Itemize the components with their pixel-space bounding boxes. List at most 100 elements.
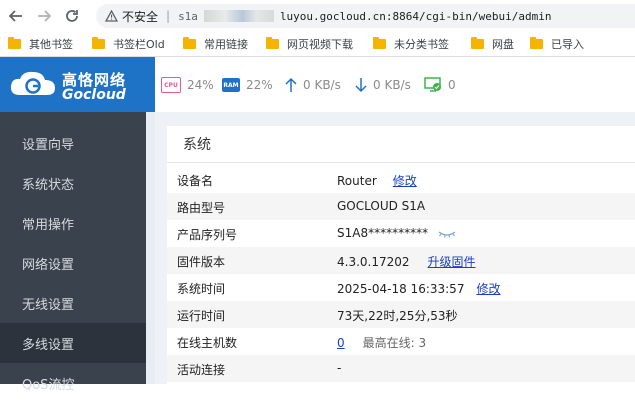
online-monitor[interactable]: 0 <box>424 76 456 94</box>
sidebar-item-label: 网络设置 <box>22 257 75 273</box>
uptime-value: 73天,22时,25分,53秒 <box>337 309 458 323</box>
modify-time-link[interactable]: 修改 <box>476 282 500 296</box>
row-label: 在线主机数 <box>177 336 238 350</box>
sidebar-item-wireless[interactable]: 无线设置 <box>0 283 146 323</box>
table-row: 系统时间 2025-04-18 16:33:57 修改 <box>167 274 635 301</box>
max-online-text: 最高在线: 3 <box>362 336 427 350</box>
sidebar-gap <box>146 112 155 384</box>
table-row: 运行时间 73天,22时,25分,53秒 <box>167 301 635 328</box>
table-row: 路由型号 GOCLOUD S1A <box>167 193 635 220</box>
bookmark-label: 常用链接 <box>204 38 248 51</box>
bookmark-folder[interactable]: 网盘 <box>471 36 514 52</box>
panel-title: 系统 <box>183 137 211 153</box>
sidebar-item-multiline[interactable]: 多线设置 <box>0 323 146 363</box>
gocloud-logo[interactable]: 高恪网络 Gocloud <box>0 57 155 112</box>
ram-value: 22% <box>246 78 273 92</box>
firmware-version-value: 4.3.0.17202 <box>337 255 410 269</box>
cpu-value: 24% <box>187 78 214 92</box>
logo-text-en: Gocloud <box>62 87 126 103</box>
app-header: 高恪网络 Gocloud CPU 24% RAM 22% 0 KB/s 0 KB… <box>0 57 635 112</box>
sidebar-item-qos[interactable]: QoS流控 <box>0 363 146 403</box>
bookmark-folder[interactable]: 未分类书签 <box>373 36 449 52</box>
main-content: 系统 设备名 Router 修改 路由型号 GOCLOUD S1A 产品序列号 S… <box>155 112 635 384</box>
cloud-logo-icon <box>10 71 55 95</box>
sidebar-item-label: QoS流控 <box>22 377 75 393</box>
row-label: 产品序列号 <box>177 228 238 242</box>
warning-icon <box>104 9 118 23</box>
sidebar-item-label: 系统状态 <box>22 177 75 193</box>
row-label: 固件版本 <box>177 255 226 269</box>
modify-device-name-link[interactable]: 修改 <box>393 174 417 188</box>
table-row: 活动连接 - <box>167 355 635 382</box>
table-row: 固件版本 4.3.0.17202 升级固件 <box>167 247 635 274</box>
device-name-value: Router <box>337 174 377 188</box>
row-label: 活动连接 <box>177 363 226 377</box>
bookmarks-bar: 其他书签 书签栏Old 常用链接 网页视频下载 未分类书签 网盘 已导入 <box>0 32 635 57</box>
bookmark-label: 书签栏Old <box>113 38 165 51</box>
bookmark-label: 未分类书签 <box>394 38 449 51</box>
sidebar-item-label: 常用操作 <box>22 217 75 233</box>
bookmark-label: 网页视频下载 <box>287 38 353 51</box>
back-arrow-icon[interactable] <box>4 4 28 28</box>
address-bar[interactable]: 不安全 | s1a luyou.gocloud.cn:8864/cgi-bin/… <box>96 4 635 28</box>
bookmark-folder[interactable]: 已导入 <box>530 36 584 52</box>
bookmark-folder[interactable]: 常用链接 <box>183 36 248 52</box>
row-value: S1A8********** <box>337 226 456 240</box>
download-arrow-icon <box>355 78 367 93</box>
row-value: 4.3.0.17202 升级固件 <box>337 253 476 270</box>
download-value: 0 KB/s <box>373 78 411 92</box>
folder-icon <box>8 37 21 49</box>
system-panel: 系统 设备名 Router 修改 路由型号 GOCLOUD S1A 产品序列号 S… <box>167 126 635 384</box>
cpu-icon: CPU <box>161 77 181 93</box>
router-model-value: GOCLOUD S1A <box>337 199 426 213</box>
insecure-label: 不安全 <box>122 9 159 24</box>
row-value: 2025-04-18 16:33:57 修改 <box>337 280 500 297</box>
bookmark-folder[interactable]: 书签栏Old <box>92 36 165 52</box>
bookmark-folder[interactable]: 其他书签 <box>8 36 73 52</box>
ram-icon: RAM <box>222 78 240 92</box>
download-speed: 0 KB/s <box>355 76 411 94</box>
sidebar-item-network[interactable]: 网络设置 <box>0 243 146 283</box>
row-value: 0 最高在线: 3 <box>337 334 426 351</box>
bookmark-folder[interactable]: 网页视频下载 <box>266 36 353 52</box>
address-separator: | <box>166 9 171 23</box>
folder-icon <box>373 37 386 49</box>
table-row: 在线主机数 0 最高在线: 3 <box>167 328 635 355</box>
sidebar-item-setup-wizard[interactable]: 设置向导 <box>0 123 146 163</box>
folder-icon <box>471 37 484 49</box>
sidebar-item-system-status[interactable]: 系统状态 <box>0 163 146 203</box>
row-value: Router 修改 <box>337 172 417 189</box>
eye-closed-icon[interactable] <box>438 229 456 239</box>
url-prefix: s1a <box>178 9 198 23</box>
sidebar-menu: 设置向导 系统状态 常用操作 网络设置 无线设置 多线设置 QoS流控 <box>0 112 146 393</box>
row-label: 运行时间 <box>177 309 226 323</box>
upload-speed: 0 KB/s <box>285 76 341 94</box>
row-label: 设备名 <box>177 174 214 188</box>
serial-number-value: S1A8********** <box>337 226 429 240</box>
table-row: 产品序列号 S1A8********** <box>167 220 635 247</box>
system-time-value: 2025-04-18 16:33:57 <box>337 282 465 296</box>
sidebar-item-label: 设置向导 <box>22 137 75 153</box>
bookmark-label: 其他书签 <box>29 38 73 51</box>
sidebar-item-common-ops[interactable]: 常用操作 <box>0 203 146 243</box>
bookmark-label: 网盘 <box>492 38 514 51</box>
upgrade-firmware-link[interactable]: 升级固件 <box>428 255 476 269</box>
cpu-usage: CPU 24% <box>161 76 214 94</box>
row-label: 路由型号 <box>177 201 226 215</box>
forward-arrow-icon[interactable] <box>32 4 56 28</box>
folder-icon <box>92 37 105 49</box>
url-text: luyou.gocloud.cn:8864/cgi-bin/webui/admi… <box>279 9 552 23</box>
ram-usage: RAM 22% <box>222 76 273 94</box>
row-label: 系统时间 <box>177 282 226 296</box>
monitor-check-icon <box>424 77 441 92</box>
blurred-url-segment <box>203 10 274 22</box>
upload-value: 0 KB/s <box>303 78 341 92</box>
sidebar-item-label: 多线设置 <box>22 337 75 353</box>
browser-toolbar: 不安全 | s1a luyou.gocloud.cn:8864/cgi-bin/… <box>0 0 635 32</box>
folder-icon <box>266 37 279 49</box>
reload-icon[interactable] <box>60 4 84 28</box>
monitor-value: 0 <box>448 78 456 92</box>
online-hosts-link[interactable]: 0 <box>337 336 345 350</box>
table-row: 设备名 Router 修改 <box>167 166 635 193</box>
active-connections-value: - <box>337 361 342 375</box>
